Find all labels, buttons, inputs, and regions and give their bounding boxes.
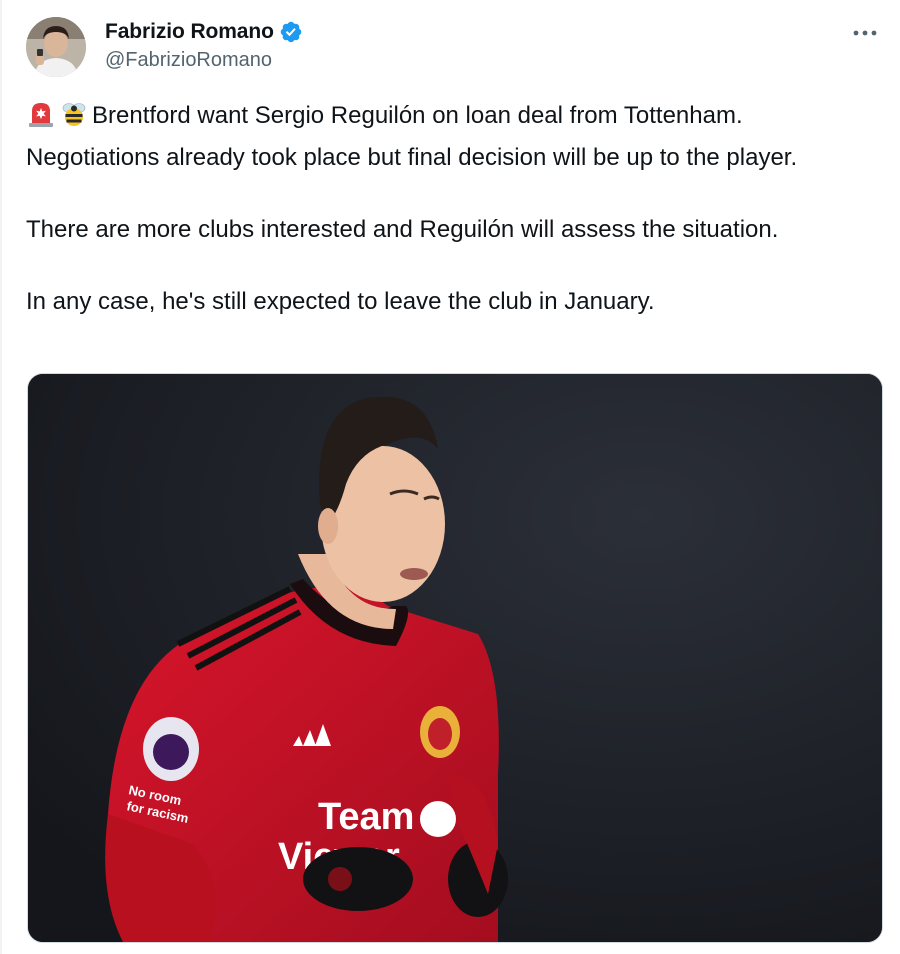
verified-badge-icon[interactable] — [279, 20, 303, 44]
avatar[interactable] — [26, 17, 86, 77]
tweet-paragraph: Brentford want Sergio Reguilón on loan d… — [26, 98, 866, 176]
tweet-paragraph-1: Brentford want Sergio Reguilón on loan d… — [26, 102, 798, 171]
photo-footballer-red-kit: No room for racism Team Viewer — [28, 374, 882, 942]
author-handle[interactable]: @FabrizioRomano — [105, 49, 303, 72]
tweet-paragraph-3: In any case, he's still expected to leav… — [26, 288, 655, 315]
tweet-photo[interactable]: No room for racism Team Viewer — [27, 373, 883, 943]
rotating-light-emoji — [26, 99, 56, 140]
author-block: Fabrizio Romano @FabrizioRomano — [105, 19, 303, 72]
more-horizontal-icon — [853, 30, 877, 36]
tweet-paragraph-2: There are more clubs interested and Regu… — [26, 216, 779, 243]
author-display-name[interactable]: Fabrizio Romano — [105, 20, 274, 44]
divider — [0, 0, 2, 954]
tweet-card: Fabrizio Romano @FabrizioRomano Brentfor… — [0, 0, 900, 954]
tweet-text: Brentford want Sergio Reguilón on loan d… — [26, 98, 866, 320]
bee-emoji — [59, 99, 89, 140]
svg-text:Team: Team — [318, 796, 414, 838]
more-options-button[interactable] — [848, 20, 882, 46]
avatar-image — [26, 17, 86, 77]
